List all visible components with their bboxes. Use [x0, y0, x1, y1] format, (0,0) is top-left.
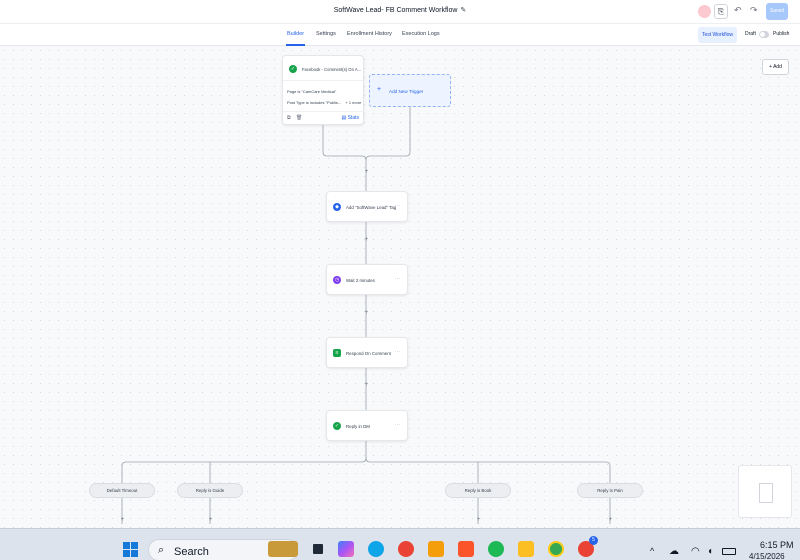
insert-step-plus-icon[interactable]: + [207, 517, 214, 524]
clock-time[interactable]: 6:15 PM [760, 540, 794, 550]
clock-icon: ◷ [333, 276, 341, 284]
clock-date[interactable]: 4/15/2026 [749, 552, 785, 560]
branch-default-timeout[interactable]: Default Timeout [89, 483, 155, 498]
file-explorer-icon[interactable] [518, 541, 534, 557]
copy-icon[interactable]: ⧉ [287, 115, 291, 121]
insert-step-plus-icon[interactable]: + [119, 517, 126, 524]
insert-step-plus-icon[interactable]: + [363, 382, 370, 389]
action-label: Add "SoftWave Lead" Tag [346, 205, 397, 210]
divider [283, 80, 363, 81]
message-check-icon: ✓ [333, 422, 341, 430]
action-node-reply-dm[interactable]: ✓ Reply in DM ··· [326, 410, 408, 441]
add-new-trigger-label: Add New Trigger [389, 89, 424, 94]
more-options-icon[interactable]: ··· [395, 203, 402, 209]
branch-reply-book[interactable]: Reply is Book [445, 483, 511, 498]
chrome-profile-2-icon[interactable]: 5 [578, 536, 598, 557]
notification-badge: 5 [589, 536, 598, 545]
more-options-icon[interactable]: ··· [395, 349, 402, 355]
connector-branch-left [121, 441, 367, 483]
insert-step-plus-icon[interactable]: + [607, 517, 614, 524]
action-label: Respond On Comment [346, 351, 391, 356]
tag-icon: ◆ [333, 203, 341, 211]
branch-reply-guide[interactable]: Reply is Guide [177, 483, 243, 498]
connector-trigger-left [322, 125, 367, 191]
action-node-respond-comment[interactable]: ≡ Respond On Comment ··· [326, 337, 408, 368]
connector-branch-right [365, 457, 611, 483]
comment-icon: ≡ [333, 349, 341, 357]
add-new-trigger-button[interactable]: + Add New Trigger [369, 74, 451, 107]
wifi-icon[interactable]: ◠ [691, 546, 700, 557]
edge-icon[interactable] [368, 541, 384, 557]
cloud-icon[interactable]: ☁ [669, 546, 679, 557]
more-options-icon[interactable]: ··· [395, 276, 402, 282]
action-label: Wait 2 minutes [346, 278, 375, 283]
action-node-wait[interactable]: ◷ Wait 2 minutes ··· [326, 264, 408, 295]
chrome-profile-icon[interactable] [548, 541, 564, 557]
store-icon[interactable] [428, 541, 444, 557]
more-conditions-link[interactable]: + 1 more [345, 100, 361, 105]
plus-icon: + [377, 86, 382, 93]
chevron-up-icon[interactable]: ^ [650, 546, 654, 556]
stats-label: Stats [347, 115, 359, 121]
canvas-minimap[interactable] [738, 465, 792, 518]
battery-icon[interactable] [722, 548, 736, 555]
more-options-icon[interactable]: ··· [395, 422, 402, 428]
insert-step-plus-icon[interactable]: + [475, 517, 482, 524]
insert-step-plus-icon[interactable]: + [363, 169, 370, 176]
facebook-check-icon: ✓ [289, 65, 297, 73]
trigger-title: Facebook - Comment(s) On A... [302, 67, 362, 72]
action-label: Reply in DM [346, 424, 370, 429]
insert-step-plus-icon[interactable]: + [363, 237, 370, 244]
search-icon: ⌕ [158, 544, 165, 556]
action-node-add-tag[interactable]: ◆ Add "SoftWave Lead" Tag ··· [326, 191, 408, 222]
windows-start-icon[interactable] [123, 542, 139, 558]
spotify-icon[interactable] [488, 541, 504, 557]
trigger-condition-2-text: Post Type is includes "Publis... [287, 100, 342, 105]
task-view-icon[interactable] [313, 544, 323, 554]
trash-icon[interactable]: 🗑 [296, 115, 302, 121]
trigger-card[interactable]: ✓ Facebook - Comment(s) On A... Page is … [282, 55, 364, 125]
chrome-icon[interactable] [398, 541, 414, 557]
windows-taskbar: ⌕ Search 5 ^ ☁ ◠ ◖ 6:15 PM 4/15/2026 [0, 528, 800, 560]
widgets-icon[interactable] [268, 541, 298, 557]
connector-trigger-right [365, 107, 411, 161]
brave-icon[interactable] [458, 541, 474, 557]
trigger-condition-2: Post Type is includes "Publis... + 1 mor… [287, 100, 361, 105]
branch-reply-pain[interactable]: Reply is Pain [577, 483, 643, 498]
volume-icon[interactable]: ◖ [707, 546, 713, 557]
divider [283, 111, 363, 112]
minimap-viewport [759, 483, 773, 503]
copilot-icon[interactable] [338, 541, 354, 557]
stats-link[interactable]: ▤ Stats [341, 115, 359, 121]
trigger-condition-1: Page is "CamCare Medical" [287, 89, 337, 94]
add-node-button[interactable]: + Add [762, 59, 789, 75]
insert-step-plus-icon[interactable]: + [363, 310, 370, 317]
bar-chart-icon: ▤ [341, 115, 347, 121]
search-label: Search [174, 546, 209, 558]
